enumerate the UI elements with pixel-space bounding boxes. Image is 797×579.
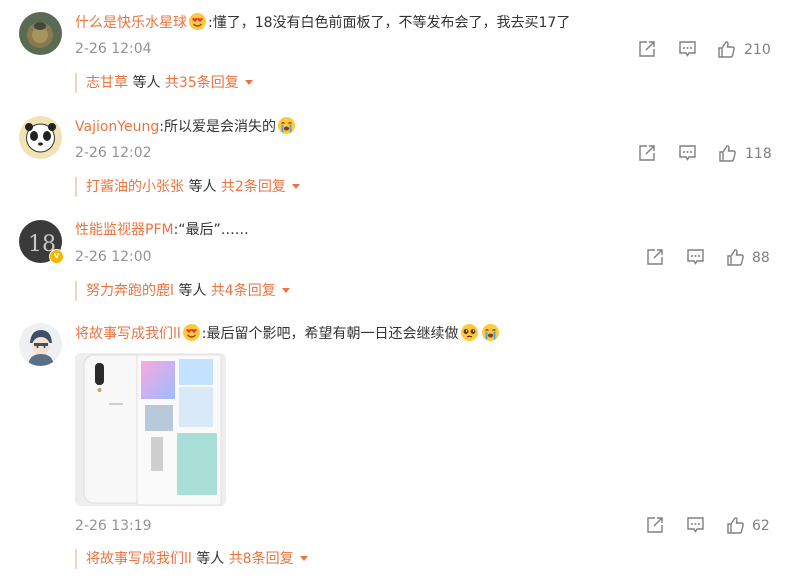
- like-icon[interactable]: [718, 144, 737, 166]
- timestamp: 2-26 12:00: [75, 249, 152, 265]
- replies-summary[interactable]: 努力奔跑的鹿l 等人 共4条回复: [75, 281, 290, 301]
- reply-username[interactable]: 打酱油的小张张: [86, 179, 184, 195]
- reply-count[interactable]: 共4条回复: [211, 283, 276, 299]
- comment-text: :最后留个影吧，希望有朝一日还会继续做: [201, 326, 459, 342]
- like-count: 118: [745, 146, 772, 162]
- comment-icon[interactable]: [686, 248, 705, 270]
- replies-summary[interactable]: 打酱油的小张张 等人 共2条回复: [75, 177, 300, 197]
- crying-emoji-icon: [481, 323, 500, 342]
- avatar[interactable]: [19, 12, 62, 55]
- action-bar: 88: [646, 248, 776, 268]
- timestamp: 2-26 12:02: [75, 145, 152, 161]
- share-icon[interactable]: [646, 516, 665, 538]
- chevron-down-icon[interactable]: [281, 288, 290, 293]
- action-bar: 62: [646, 516, 776, 536]
- comment-text: :“最后”……: [173, 222, 249, 238]
- crying-emoji-icon: [277, 116, 296, 135]
- verified-badge-icon: v: [49, 249, 64, 264]
- action-bar: 118: [638, 144, 778, 164]
- reply-username[interactable]: 将故事写成我们ll: [86, 551, 192, 567]
- like-icon[interactable]: [726, 248, 745, 270]
- reply-connector: 等人: [188, 179, 217, 195]
- avatar[interactable]: [19, 323, 62, 366]
- comment-image[interactable]: [75, 353, 226, 506]
- like-icon[interactable]: [726, 516, 745, 538]
- comment-line: 性能监视器PFM:“最后”……: [75, 220, 249, 240]
- like-count: 210: [744, 42, 771, 58]
- replies-summary[interactable]: 将故事写成我们ll 等人 共8条回复: [75, 549, 308, 569]
- reply-connector: 等人: [178, 283, 207, 299]
- comment-text: :懂了，18没有白色前面板了，不等发布会了，我去买17了: [208, 15, 571, 31]
- avatar[interactable]: [19, 116, 62, 159]
- comment-icon[interactable]: [678, 144, 697, 166]
- reply-username[interactable]: 努力奔跑的鹿l: [86, 283, 174, 299]
- username-link[interactable]: 性能监视器PFM: [75, 222, 174, 238]
- timestamp: 2-26 12:04: [75, 41, 152, 57]
- comment-line: 什么是快乐水星球 :懂了，18没有白色前面板了，不等发布会了，我去买17了: [75, 12, 570, 33]
- share-icon[interactable]: [638, 144, 657, 166]
- username-link[interactable]: VajionYeung: [75, 119, 159, 135]
- share-icon[interactable]: [638, 40, 657, 62]
- like-count: 88: [752, 250, 770, 266]
- pleading-emoji-icon: [460, 323, 479, 342]
- comment-icon[interactable]: [686, 516, 705, 538]
- comment-text: :所以爱是会消失的: [159, 119, 276, 135]
- reply-count[interactable]: 共2条回复: [221, 179, 286, 195]
- reply-username[interactable]: 志甘草: [86, 75, 128, 91]
- comment-icon[interactable]: [678, 40, 697, 62]
- heart-eyes-emoji-icon: [182, 323, 201, 342]
- timestamp: 2-26 13:19: [75, 518, 152, 534]
- like-icon[interactable]: [717, 40, 736, 62]
- reply-connector: 等人: [196, 551, 225, 567]
- reply-connector: 等人: [132, 75, 161, 91]
- reply-count[interactable]: 共8条回复: [229, 551, 294, 567]
- comment-line: 将故事写成我们ll :最后留个影吧，希望有朝一日还会继续做: [75, 323, 501, 344]
- chevron-down-icon[interactable]: [291, 184, 300, 189]
- share-icon[interactable]: [646, 248, 665, 270]
- like-count: 62: [752, 518, 770, 534]
- comment-line: VajionYeung:所以爱是会消失的: [75, 116, 297, 137]
- username-link[interactable]: 将故事写成我们ll: [75, 326, 181, 342]
- replies-summary[interactable]: 志甘草 等人 共35条回复: [75, 73, 253, 93]
- chevron-down-icon[interactable]: [244, 80, 253, 85]
- username-link[interactable]: 什么是快乐水星球: [75, 15, 187, 31]
- heart-eyes-emoji-icon: [188, 12, 207, 31]
- action-bar: 210: [638, 40, 778, 60]
- chevron-down-icon[interactable]: [299, 556, 308, 561]
- reply-count[interactable]: 共35条回复: [165, 75, 239, 91]
